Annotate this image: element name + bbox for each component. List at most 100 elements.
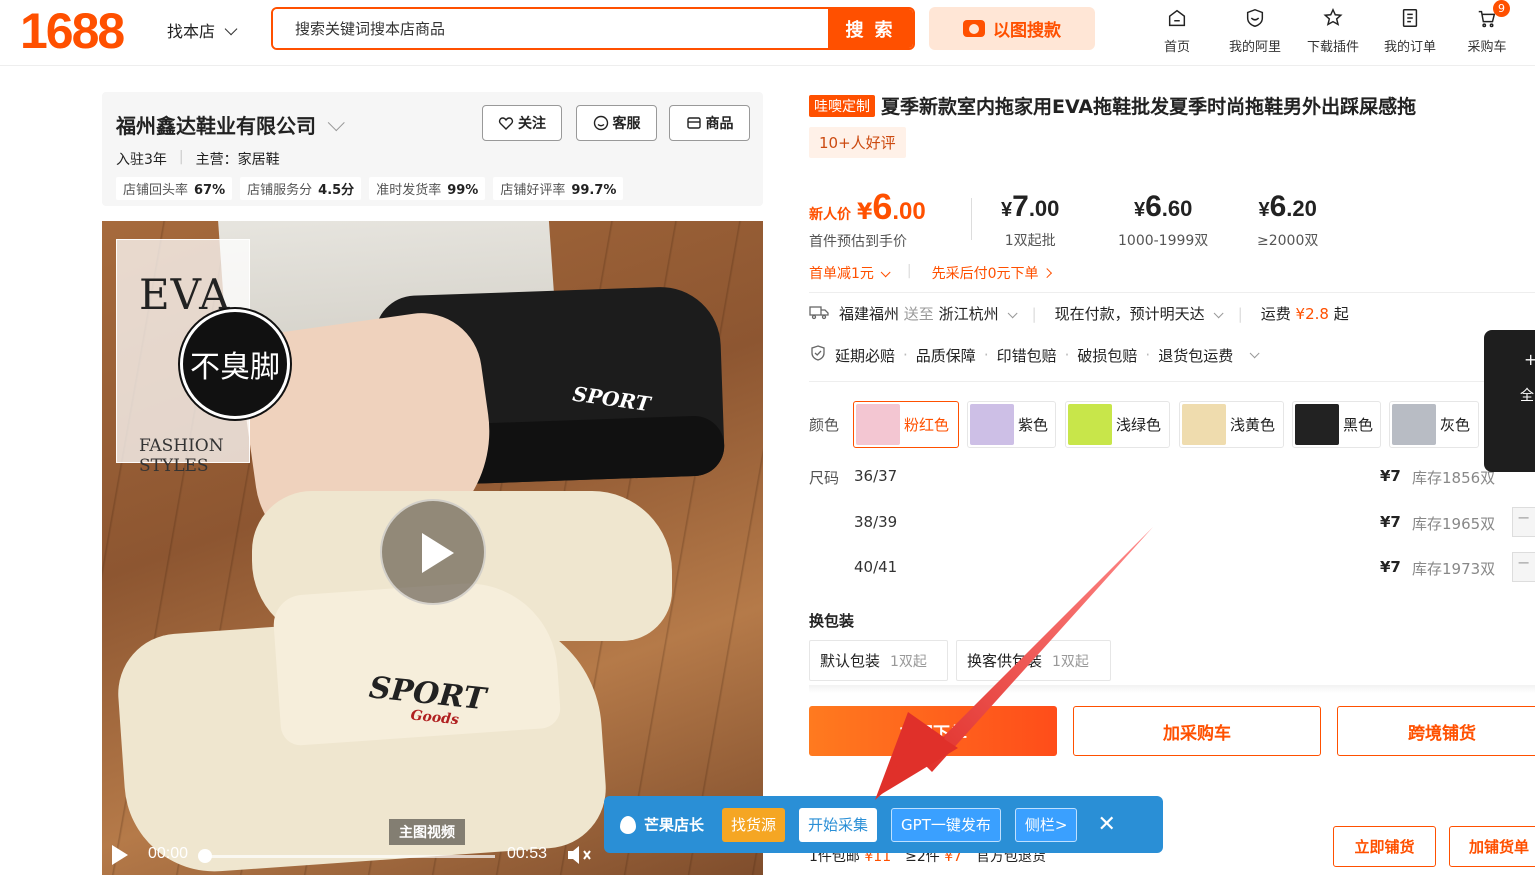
- color-option-gray[interactable]: 灰色: [1389, 401, 1479, 448]
- price-tier-1-qty: 1双起批: [1004, 233, 1056, 249]
- color-option-black[interactable]: 黑色: [1292, 401, 1381, 448]
- size-row: 40/41 ¥7 库存1973双 −: [854, 552, 1535, 588]
- image-search-label: 以图搜款: [993, 21, 1061, 41]
- play-video-button[interactable]: [380, 499, 486, 605]
- new-user-price-note: 首件预估到手价: [809, 234, 907, 250]
- play-icon[interactable]: [112, 845, 128, 865]
- stat-ontime-shipping: 准时发货率 99%: [369, 177, 486, 200]
- nav-my-ali[interactable]: 我的阿里: [1220, 6, 1290, 55]
- stat-service-score: 店铺服务分 4.5分: [240, 177, 362, 200]
- sidebar-toggle-button[interactable]: 侧栏>: [1014, 807, 1078, 842]
- products-button[interactable]: 商品: [669, 105, 750, 141]
- stat-repurchase: 店铺回头率 67%: [116, 177, 233, 200]
- video-progress-handle[interactable]: [198, 849, 212, 863]
- divider: [809, 292, 1535, 293]
- chevron-down-icon: [224, 22, 238, 36]
- shipping-row: 福建福州 送至 浙江杭州 | 现在付款，预计明天达 | 运费 ¥2.8 起: [809, 303, 1349, 324]
- eva-subtitle: FASHION STYLES: [139, 436, 224, 476]
- guarantee-item: 破损包赔: [1077, 346, 1138, 365]
- nav-home[interactable]: 首页: [1142, 6, 1212, 55]
- nav-my-ali-label: 我的阿里: [1228, 40, 1281, 55]
- gpt-publish-button[interactable]: GPT一键发布: [891, 807, 1001, 842]
- divider: [809, 685, 1535, 693]
- customer-service-label: 客服: [612, 116, 641, 132]
- pack-option-default[interactable]: 默认包装 1双起: [809, 640, 948, 681]
- customer-service-button[interactable]: 客服: [576, 105, 657, 141]
- add-to-cart-button[interactable]: 加采购车: [1073, 706, 1321, 756]
- distribute-now-button[interactable]: 立即铺货: [1333, 826, 1436, 867]
- promo-row: 首单减1元 | 先采后付0元下单: [809, 263, 1052, 283]
- camera-icon: [963, 20, 985, 37]
- add-distribution-button[interactable]: 加铺货单: [1449, 826, 1535, 867]
- shipping-route[interactable]: 福建福州 送至 浙江杭州: [839, 303, 1018, 324]
- guarantee-item: 延期必赔: [835, 346, 896, 365]
- cross-border-button[interactable]: 跨境铺货: [1337, 706, 1535, 756]
- size-stock: 库存1973双: [1412, 560, 1496, 578]
- quantity-stepper[interactable]: −: [1512, 507, 1535, 537]
- chevron-down-icon: [1007, 308, 1018, 319]
- size-price: ¥7: [1380, 513, 1401, 531]
- video-total-time: 00:53: [507, 845, 548, 862]
- extension-name: 芒果店长: [644, 816, 705, 834]
- buy-now-button[interactable]: 立即下单: [809, 706, 1057, 756]
- delivery-estimate[interactable]: 现在付款，预计明天达: [1055, 303, 1224, 324]
- guarantee-row[interactable]: 延期必赔 · 品质保障 · 印错包赔 · 破损包赔 · 退货包运费: [809, 344, 1260, 366]
- color-thumb: [856, 404, 900, 445]
- black-slipper-logo: SPORT: [571, 381, 652, 417]
- store-switch-dropdown[interactable]: 找本店: [167, 18, 238, 42]
- quantity-stepper[interactable]: −: [1512, 552, 1535, 582]
- store-name-text: 福州鑫达鞋业有限公司: [116, 114, 316, 138]
- video-progress-bar[interactable]: [202, 855, 495, 858]
- store-icon: [686, 115, 702, 131]
- mute-icon[interactable]: [566, 844, 596, 866]
- home-icon: [1165, 6, 1189, 30]
- price-tier-2-qty: 1000-1999双: [1118, 233, 1209, 249]
- size-value: 40/41: [854, 558, 898, 576]
- image-search-button[interactable]: 以图搜款: [929, 7, 1095, 50]
- shield-check-icon: [809, 344, 827, 366]
- no-odor-badge: 不臭脚: [180, 309, 290, 419]
- color-thumb: [1068, 404, 1112, 445]
- find-source-button[interactable]: 找货源: [722, 807, 786, 842]
- nav-cart[interactable]: 9 采购车: [1452, 0, 1522, 55]
- size-price: ¥7: [1380, 467, 1401, 485]
- color-option-light-green[interactable]: 浅绿色: [1065, 401, 1170, 448]
- color-option-light-yellow[interactable]: 浅黄色: [1179, 401, 1284, 448]
- color-thumb: [1392, 404, 1436, 445]
- price-integer: 6: [872, 186, 893, 227]
- store-switch-label: 找本店: [167, 22, 216, 41]
- pay-later-link[interactable]: 先采后付0元下单: [932, 263, 1052, 283]
- color-option-pink[interactable]: 粉红色: [853, 401, 959, 448]
- side-panel-label: 全: [1520, 388, 1534, 404]
- store-name[interactable]: 福州鑫达鞋业有限公司: [116, 110, 345, 139]
- search-input[interactable]: [273, 9, 829, 48]
- product-title: 哇噢定制 夏季新款室内拖家用EVA拖鞋批发夏季时尚拖鞋男外出踩屎感拖: [809, 92, 1535, 119]
- chevron-down-icon: [1213, 308, 1224, 319]
- mango-icon: [620, 815, 636, 834]
- follow-button[interactable]: 关注: [482, 105, 562, 141]
- pack-option-custom[interactable]: 换客供包装 1双起: [956, 640, 1111, 681]
- side-floating-panel[interactable]: + 全: [1484, 330, 1535, 472]
- follow-label: 关注: [518, 116, 546, 132]
- price-decimal: .00: [892, 198, 926, 225]
- video-current-time: 00:00: [148, 845, 189, 862]
- color-option-purple[interactable]: 紫色: [967, 401, 1056, 448]
- color-thumb: [1182, 404, 1226, 445]
- close-icon[interactable]: ✕: [1097, 812, 1115, 837]
- review-badge[interactable]: 10+人好评: [809, 127, 906, 158]
- divider: |: [178, 149, 184, 165]
- products-label: 商品: [705, 116, 734, 132]
- first-order-discount[interactable]: 首单减1元: [809, 263, 891, 283]
- store-card: 福州鑫达鞋业有限公司 入驻3年 | 主营：家居鞋 店铺回头率 67% 店铺服务分 4…: [102, 92, 763, 206]
- nav-download-plugin[interactable]: 下载插件: [1298, 6, 1368, 55]
- start-collect-button[interactable]: 开始采集: [799, 807, 878, 842]
- logo-1688[interactable]: 1688: [20, 2, 125, 60]
- nav-my-orders[interactable]: 我的订单: [1375, 6, 1445, 55]
- price-tier-2: ¥6.60 1000-1999双: [1118, 190, 1209, 249]
- custom-tag: 哇噢定制: [809, 95, 875, 117]
- search-button[interactable]: 搜 索: [828, 9, 913, 48]
- currency-symbol: ¥: [857, 200, 873, 225]
- price-tier-1: ¥7.00 1双起批: [1001, 190, 1060, 249]
- product-main-video[interactable]: SPORT SPORT Goods EVA FASHION STYLES 不臭脚 …: [102, 221, 763, 875]
- shipping-fee: 运费 ¥2.8 起: [1260, 305, 1349, 323]
